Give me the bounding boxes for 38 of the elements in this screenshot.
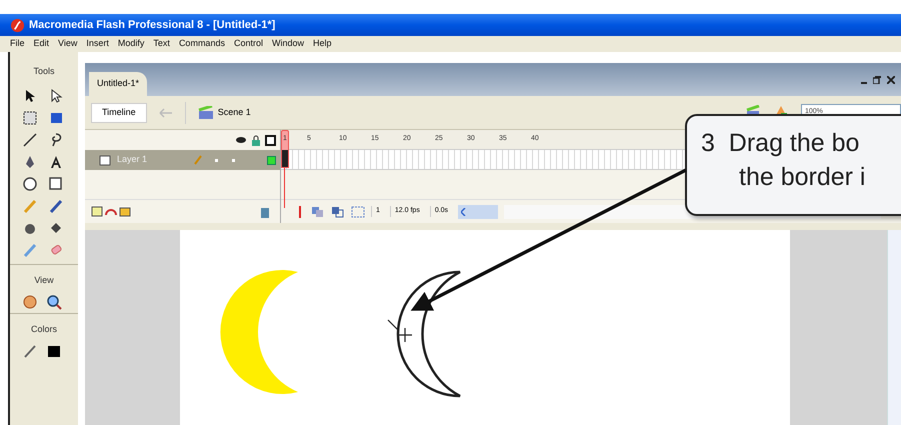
menu-item[interactable]: File bbox=[10, 37, 25, 51]
playhead[interactable] bbox=[281, 130, 289, 168]
dashed-square-icon[interactable] bbox=[22, 110, 38, 126]
menu-item[interactable]: Modify bbox=[118, 37, 144, 51]
section-label: View bbox=[34, 275, 54, 285]
move-cursor-icon bbox=[388, 320, 413, 343]
fill-swatch-icon[interactable] bbox=[46, 343, 62, 359]
outline-square-icon[interactable] bbox=[265, 134, 276, 146]
menu-item[interactable]: Control bbox=[234, 37, 263, 51]
menu-item[interactable]: Text bbox=[153, 37, 170, 51]
scroll-left-icon[interactable] bbox=[458, 204, 498, 218]
lock-icon[interactable] bbox=[251, 134, 261, 146]
menu-item[interactable]: Insert bbox=[86, 37, 109, 51]
circle-icon[interactable] bbox=[22, 176, 38, 192]
vertical-scrollbar[interactable] bbox=[887, 230, 901, 425]
square-icon[interactable] bbox=[48, 176, 64, 192]
line-icon[interactable] bbox=[22, 132, 38, 148]
letter-a-icon[interactable] bbox=[48, 154, 64, 170]
menu-item[interactable]: Commands bbox=[178, 37, 225, 51]
scene-label[interactable]: Scene 1 bbox=[218, 106, 251, 120]
clapperboard-icon bbox=[198, 106, 214, 120]
timeline-button[interactable]: Timeline bbox=[91, 102, 147, 122]
menu-item[interactable]: Edit bbox=[34, 37, 50, 51]
layer-icon bbox=[99, 154, 111, 166]
menu-item[interactable]: View bbox=[58, 37, 78, 51]
panel-title: Tools bbox=[33, 66, 54, 76]
menu-item[interactable]: Help bbox=[312, 37, 332, 51]
menu-item[interactable]: Window bbox=[272, 37, 304, 51]
callout-text: 3 Drag the bo bbox=[701, 128, 860, 159]
restore-icon[interactable] bbox=[873, 76, 881, 84]
document-tab[interactable]: Untitled-1* bbox=[89, 72, 148, 96]
close-icon[interactable] bbox=[887, 76, 895, 84]
section-label: Colors bbox=[30, 324, 57, 334]
minimize-icon[interactable] bbox=[861, 82, 867, 84]
magnifier-icon[interactable] bbox=[46, 294, 62, 310]
callout-text: the border i bbox=[738, 162, 866, 193]
app-logo-icon bbox=[10, 18, 25, 32]
window-title: Macromedia Flash Professional 8 - [Untitled-1*] bbox=[29, 18, 276, 33]
